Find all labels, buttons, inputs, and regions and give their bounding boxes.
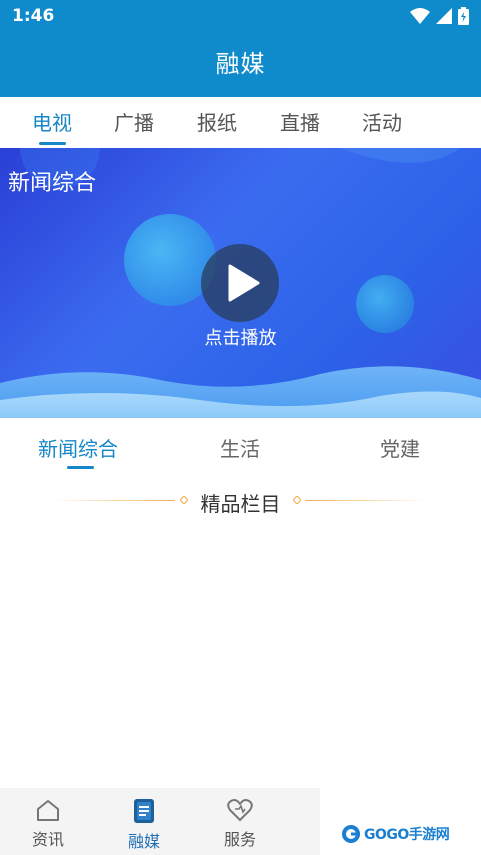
section-header: 精品栏目 bbox=[0, 486, 481, 516]
status-time: 1:46 bbox=[12, 6, 55, 26]
battery-icon bbox=[458, 7, 469, 25]
category-tabs: 电视 广播 报纸 直播 活动 bbox=[0, 97, 481, 148]
video-player[interactable]: 新闻综合 点击播放 bbox=[0, 148, 481, 418]
watermark-text: GOGO手游网 bbox=[364, 827, 450, 843]
play-icon bbox=[228, 264, 260, 302]
diamond-icon bbox=[293, 496, 301, 504]
wifi-icon bbox=[410, 8, 430, 24]
watermark-logo-icon bbox=[342, 825, 360, 843]
app-header: 1:46 融媒 bbox=[0, 0, 481, 97]
watermark: GOGO手游网 bbox=[340, 822, 450, 846]
subtab-indicator bbox=[67, 466, 94, 469]
channel-subtabs: 新闻综合 生活 党建 bbox=[0, 418, 481, 474]
app-screen: 1:46 融媒 电视 广播 报纸 直播 活动 新闻综合 点击播放 新闻综合 生活… bbox=[0, 0, 481, 855]
divider-right bbox=[305, 500, 430, 501]
nav-item-media[interactable]: 融媒 bbox=[114, 798, 174, 852]
signal-icon bbox=[436, 8, 452, 24]
heart-icon bbox=[227, 799, 253, 821]
section-title: 精品栏目 bbox=[200, 492, 281, 516]
subtab-news[interactable]: 新闻综合 bbox=[38, 433, 118, 462]
tab-live[interactable]: 直播 bbox=[280, 107, 320, 136]
page-title: 融媒 bbox=[215, 50, 266, 78]
nav-item-services[interactable]: 服务 bbox=[210, 798, 270, 850]
subtab-party[interactable]: 党建 bbox=[380, 433, 420, 462]
nav-label: 资讯 bbox=[31, 830, 64, 849]
tab-tv[interactable]: 电视 bbox=[32, 107, 72, 136]
player-channel-title: 新闻综合 bbox=[8, 171, 97, 196]
tab-radio[interactable]: 广播 bbox=[114, 107, 154, 136]
tab-events[interactable]: 活动 bbox=[362, 107, 402, 136]
status-icons bbox=[410, 7, 469, 25]
status-bar: 1:46 bbox=[0, 0, 481, 32]
subtab-life[interactable]: 生活 bbox=[220, 433, 260, 462]
nav-label: 服务 bbox=[223, 830, 256, 849]
nav-label: 融媒 bbox=[127, 832, 160, 851]
home-icon bbox=[37, 800, 59, 821]
play-button[interactable] bbox=[201, 244, 279, 322]
play-label: 点击播放 bbox=[204, 328, 277, 349]
media-icon bbox=[134, 799, 154, 823]
nav-item-news[interactable]: 资讯 bbox=[18, 798, 78, 850]
tab-indicator bbox=[39, 142, 66, 145]
tab-newspaper[interactable]: 报纸 bbox=[197, 107, 237, 136]
